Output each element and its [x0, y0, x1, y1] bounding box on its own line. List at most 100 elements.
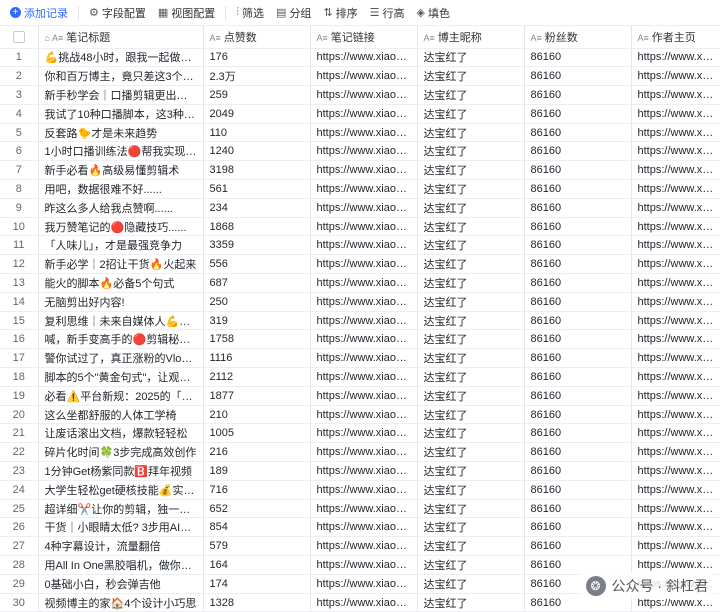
- table-cell[interactable]: 319: [203, 311, 311, 331]
- table-cell[interactable]: 达宝红了: [417, 574, 525, 594]
- fill-color-button[interactable]: ◈ 填色: [411, 2, 456, 24]
- table-cell[interactable]: 达宝红了: [417, 104, 525, 124]
- table-cell[interactable]: https://www.xiaohongs...: [631, 461, 720, 481]
- table-cell[interactable]: 86160: [524, 217, 632, 237]
- table-cell[interactable]: https://www.xiaohongs...: [631, 141, 720, 162]
- table-cell[interactable]: 1116: [203, 348, 311, 369]
- table-cell[interactable]: https://www.xiaohongs...: [631, 235, 720, 256]
- table-cell[interactable]: 174: [203, 574, 311, 594]
- table-cell[interactable]: 86160: [524, 386, 632, 406]
- table-cell[interactable]: https://www.xiaohongs...: [310, 367, 418, 387]
- row-height-button[interactable]: ☰ 行高: [364, 2, 411, 24]
- table-cell[interactable]: 「人味儿」，才是最强竞争力: [38, 235, 204, 256]
- table-row[interactable]: 16 喊，新手变高手的🔴剪辑秘诀...... 1758 https://www.xia…: [0, 329, 720, 350]
- table-cell[interactable]: 反套路🐤才是未来趋势: [38, 123, 204, 143]
- table-cell[interactable]: https://www.xiaohongs...: [631, 292, 720, 312]
- table-cell[interactable]: 达宝红了: [417, 66, 525, 87]
- table-cell[interactable]: 2.3万: [203, 66, 311, 87]
- table-cell[interactable]: 2112: [203, 367, 311, 387]
- table-cell[interactable]: 💪挑战48小时，跟我一起做爆款🔥: [38, 48, 204, 68]
- table-cell[interactable]: 86160: [524, 273, 632, 293]
- table-cell[interactable]: 我万赞笔记的🔴隐藏技巧......: [38, 217, 204, 237]
- table-cell[interactable]: 达宝红了: [417, 442, 525, 463]
- table-cell[interactable]: 达宝红了: [417, 48, 525, 68]
- table-cell[interactable]: https://www.xiaohongs...: [631, 329, 720, 350]
- table-row[interactable]: 7新手必看🔥高级易懂剪辑术3198https://www.xiaohongs..…: [0, 160, 720, 181]
- table-cell[interactable]: 86160: [524, 48, 632, 68]
- table-cell[interactable]: 2049: [203, 104, 311, 124]
- table-cell[interactable]: 达宝红了: [417, 405, 525, 425]
- table-cell[interactable]: 110: [203, 123, 311, 143]
- table-cell[interactable]: 喊，新手变高手的🔴剪辑秘诀......: [38, 329, 204, 350]
- table-cell[interactable]: https://www.xiaohongs...: [631, 273, 720, 293]
- table-cell[interactable]: 干货｜小眼睛太低? 3步用AI脑暴选题: [38, 517, 204, 538]
- table-cell[interactable]: 达宝红了: [417, 123, 525, 143]
- table-cell[interactable]: 必看⚠️平台新规：2025的「好内容」长...: [38, 386, 204, 406]
- table-cell[interactable]: 达宝红了: [417, 367, 525, 387]
- table-cell[interactable]: 652: [203, 499, 311, 519]
- table-cell[interactable]: https://www.xiaohongs...: [310, 574, 418, 594]
- table-cell[interactable]: 86160: [524, 123, 632, 143]
- table-row[interactable]: 3新手秒学会｜口播剪辑更出彩🎭259https://www.xiaohongs.…: [0, 85, 720, 105]
- table-cell[interactable]: 1小时口播训练法🔴帮我实现百万...: [38, 141, 204, 162]
- table-cell[interactable]: https://www.xiaohongs...: [310, 104, 418, 124]
- table-cell[interactable]: https://www.xiaohongs...: [310, 593, 418, 612]
- table-cell[interactable]: 86160: [524, 517, 632, 538]
- table-cell[interactable]: 0基础小白，秒会弹吉他: [38, 574, 204, 594]
- table-cell[interactable]: 达宝红了: [417, 179, 525, 199]
- table-cell[interactable]: 1240: [203, 141, 311, 162]
- table-cell[interactable]: 新手必看🔥高级易懂剪辑术: [38, 160, 204, 181]
- table-cell[interactable]: 达宝红了: [417, 198, 525, 218]
- table-cell[interactable]: 碎片化时间🍀3步完成高效创作: [38, 442, 204, 463]
- add-record-button[interactable]: + 添加记录: [4, 2, 74, 24]
- table-cell[interactable]: 达宝红了: [417, 555, 525, 575]
- table-cell[interactable]: https://www.xiaohongs...: [310, 235, 418, 256]
- table-cell[interactable]: https://www.xiaohongs...: [631, 367, 720, 387]
- column-header[interactable]: A≡ 作者主页: [631, 26, 720, 49]
- column-header[interactable]: A≡ 粉丝数: [524, 26, 632, 49]
- table-row[interactable]: 21让废话滚出文档，爆款轻轻松1005https://www.xiaohongs…: [0, 423, 720, 444]
- table-row[interactable]: 20这么坐都舒服的人体工学椅210https://www.xiaohongs..…: [0, 405, 720, 425]
- table-cell[interactable]: https://www.xiaohongs...: [310, 536, 418, 557]
- table-cell[interactable]: 234: [203, 198, 311, 218]
- table-cell[interactable]: 达宝红了: [417, 348, 525, 369]
- table-cell[interactable]: 216: [203, 442, 311, 463]
- table-cell[interactable]: https://www.xiaohongs...: [631, 480, 720, 500]
- table-cell[interactable]: https://www.xiaohongs...: [310, 329, 418, 350]
- table-cell[interactable]: 86160: [524, 348, 632, 369]
- table-cell[interactable]: 脚本的5个"黄金句式"，让观众情绪上头: [38, 367, 204, 387]
- table-row[interactable]: 23 1分钟Get杨紫同款🅱️拜年视频 189 https://www.xiaohon…: [0, 461, 720, 481]
- table-cell[interactable]: https://www.xiaohongs...: [310, 461, 418, 481]
- table-cell[interactable]: 86160: [524, 367, 632, 387]
- table-row[interactable]: 8用吧，数据很难不好......561https://www.xiaohongs…: [0, 179, 720, 199]
- table-cell[interactable]: 86160: [524, 461, 632, 481]
- table-row[interactable]: 19必看⚠️平台新规：2025的「好内容」长...1877https://www…: [0, 386, 720, 406]
- table-cell[interactable]: 超详细✂️让你的剪辑，独一无二: [38, 499, 204, 519]
- table-cell[interactable]: 86160: [524, 141, 632, 162]
- table-cell[interactable]: https://www.xiaohongs...: [631, 48, 720, 68]
- table-cell[interactable]: 86160: [524, 329, 632, 350]
- table-cell[interactable]: 达宝红了: [417, 386, 525, 406]
- table-cell[interactable]: https://www.xiaohongs...: [310, 480, 418, 500]
- table-cell[interactable]: 259: [203, 85, 311, 105]
- table-cell[interactable]: https://www.xiaohongs...: [310, 273, 418, 293]
- table-row[interactable]: 1💪挑战48小时，跟我一起做爆款🔥176https://www.xiaohong…: [0, 48, 720, 68]
- table-row[interactable]: 24大学生轻松get硬核技能💰实现生活费自由716https://www.xia…: [0, 480, 720, 500]
- table-cell[interactable]: https://www.xiaohongs...: [310, 179, 418, 199]
- table-cell[interactable]: 达宝红了: [417, 85, 525, 105]
- table-cell[interactable]: https://www.xiaohongs...: [631, 160, 720, 181]
- table-cell[interactable]: https://www.xiaohongs...: [310, 48, 418, 68]
- table-cell[interactable]: https://www.xiaohongs...: [310, 85, 418, 105]
- column-header[interactable]: A≡ 点赞数: [203, 26, 311, 49]
- table-row[interactable]: 25超详细✂️让你的剪辑，独一无二652https://www.xiaohong…: [0, 499, 720, 519]
- table-cell[interactable]: 561: [203, 179, 311, 199]
- table-cell[interactable]: 579: [203, 536, 311, 557]
- table-cell[interactable]: 1868: [203, 217, 311, 237]
- table-cell[interactable]: https://www.xiaohongs...: [631, 517, 720, 538]
- table-cell[interactable]: 达宝红了: [417, 423, 525, 444]
- table-cell[interactable]: 86160: [524, 499, 632, 519]
- table-cell[interactable]: https://www.xiaohongs...: [310, 141, 418, 162]
- table-cell[interactable]: https://www.xiaohongs...: [310, 160, 418, 181]
- table-cell[interactable]: 3198: [203, 160, 311, 181]
- table-row[interactable]: 2你和百万博主，竟只差这3个收音技巧!2.3万https://www.xiaoh…: [0, 66, 720, 87]
